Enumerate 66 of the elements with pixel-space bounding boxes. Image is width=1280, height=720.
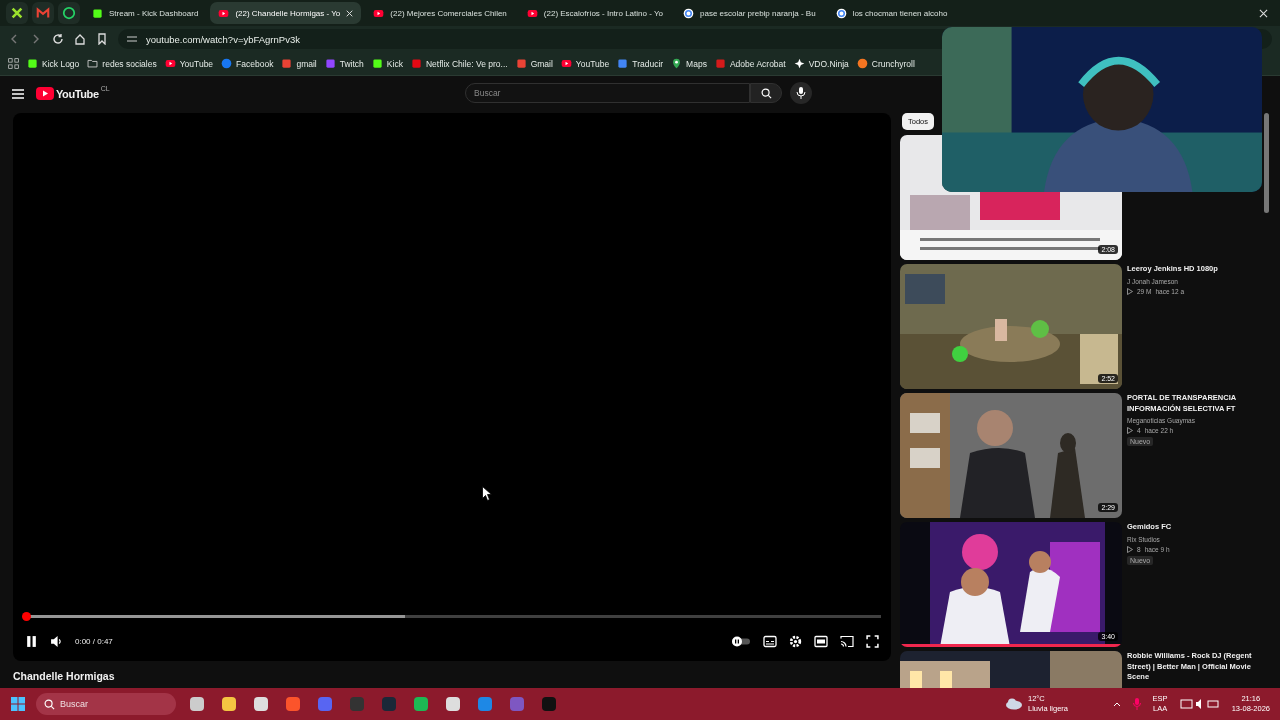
youtube-logo-icon[interactable] — [36, 87, 54, 100]
bookmark-link[interactable]: VDO.Ninja — [793, 58, 849, 69]
home-icon[interactable] — [74, 33, 86, 45]
bookmark-link[interactable]: Kick Logo — [27, 58, 80, 69]
browser-tab[interactable]: (22) Chandelle Hormigas - Yo — [210, 2, 362, 24]
chevron-up-icon[interactable] — [1112, 701, 1121, 707]
bookmark-link[interactable]: redes sociales — [87, 58, 157, 69]
microphone-button[interactable] — [790, 82, 812, 104]
subtitles-button[interactable] — [763, 634, 777, 648]
start-icon[interactable] — [10, 696, 26, 712]
browser-tab[interactable]: (22) Escalofríos - Intro Latino - Yo — [518, 2, 671, 24]
browser-tab[interactable]: pase escolar prebip naranja - Bu — [675, 2, 824, 24]
close-icon[interactable] — [346, 9, 354, 17]
bookmark-link[interactable]: Twitch — [324, 58, 364, 69]
search-button[interactable] — [750, 83, 782, 103]
youtube-logo-icon — [526, 7, 538, 19]
pause-button[interactable] — [25, 634, 38, 648]
miniplayer-button[interactable] — [814, 634, 828, 648]
play-icon — [1127, 545, 1133, 553]
reload-icon[interactable] — [52, 33, 64, 45]
logo-text[interactable]: YouTube — [56, 87, 99, 100]
browser-tab[interactable]: los chocman tienen alcoho — [827, 2, 956, 24]
volume-button[interactable] — [50, 634, 63, 648]
play-icon — [1127, 427, 1133, 434]
scrollbar-thumb[interactable] — [1264, 113, 1269, 213]
apps-grid-icon[interactable] — [8, 58, 19, 69]
mouse-cursor — [482, 486, 492, 501]
search-icon[interactable] — [760, 87, 772, 99]
bookmark-link[interactable]: Kick — [371, 58, 403, 69]
microphone-icon[interactable] — [796, 87, 806, 99]
bookmark-link[interactable]: Adobe Acrobat — [714, 58, 786, 69]
browser-tab[interactable]: Stream - Kick Dashboard — [84, 2, 207, 24]
bookmark-link[interactable]: YouTube — [560, 58, 610, 69]
search-field[interactable]: Buscar — [465, 83, 750, 103]
bookmark-link[interactable]: Traducir — [617, 58, 664, 69]
bookmark-link[interactable]: Facebook — [221, 58, 274, 69]
youtube-logo-icon — [560, 58, 572, 69]
shuriken-icon — [793, 58, 805, 69]
taskbar-search-field[interactable]: Buscar — [36, 693, 176, 715]
fullscreen-button[interactable] — [866, 634, 879, 648]
site-settings-icon[interactable] — [126, 33, 138, 45]
bookmark-link[interactable]: gmail — [281, 58, 317, 69]
system-tray-icons[interactable] — [1179, 698, 1220, 710]
progress-bar[interactable] — [23, 612, 881, 621]
bookmark-link[interactable]: Netflix Chile: Ve pro... — [410, 58, 508, 69]
cloud-icon — [1005, 698, 1023, 710]
autoplay-toggle[interactable] — [731, 634, 751, 648]
bookmark-icon[interactable] — [96, 33, 108, 45]
browser-tab[interactable]: (22) Mejores Comerciales Chilen — [365, 2, 515, 24]
map-pin-icon — [671, 58, 683, 69]
youtube-logo-icon — [218, 7, 230, 19]
youtube-logo-icon — [164, 58, 176, 69]
url-text: youtube.com/watch?v=ybFAgrnPv3k — [146, 33, 300, 45]
cast-button[interactable] — [840, 634, 854, 648]
bookmark-link[interactable]: YouTube — [164, 58, 214, 69]
settings-button[interactable] — [789, 634, 802, 648]
close-icon[interactable] — [1259, 9, 1268, 18]
time-display: 0:00 / 0:47 — [75, 636, 113, 646]
menu-icon[interactable] — [12, 88, 24, 99]
play-icon — [1127, 287, 1133, 295]
bookmark-link[interactable]: Maps — [671, 58, 707, 69]
video-player[interactable]: 0:00 / 0:47 — [13, 113, 891, 661]
bookmark-link[interactable]: Crunchyroll — [856, 58, 915, 69]
youtube-logo-icon — [373, 7, 385, 19]
bookmark-link[interactable]: Gmail — [515, 58, 553, 69]
video-title: Chandelle Hormigas — [13, 670, 116, 682]
